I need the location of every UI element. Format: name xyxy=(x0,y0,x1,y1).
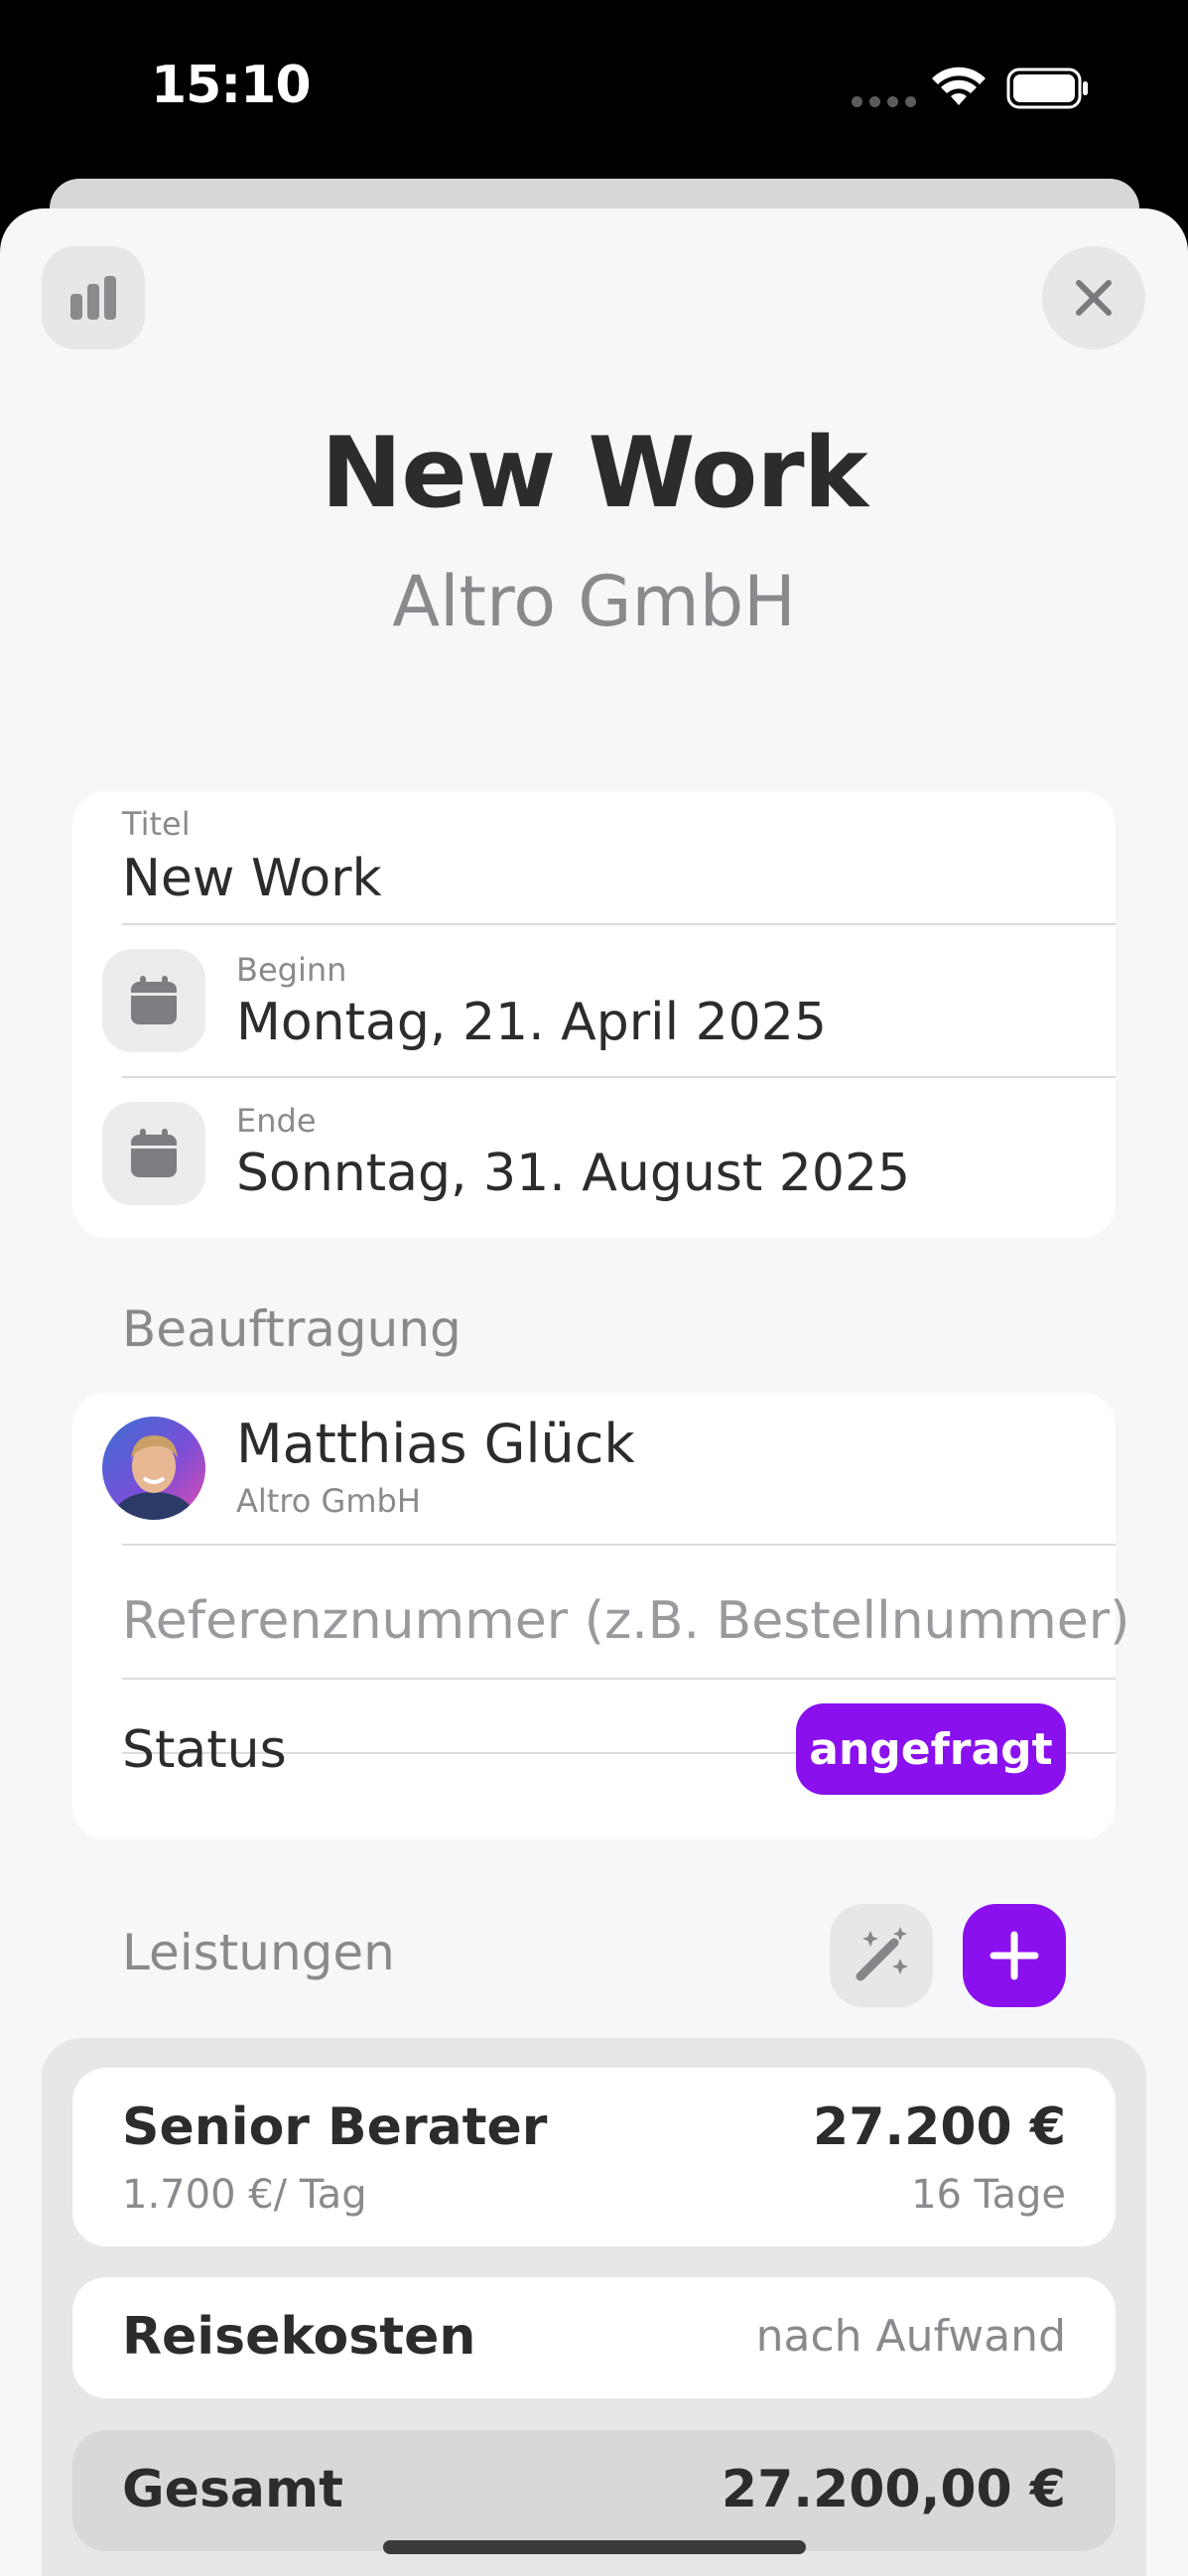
avatar xyxy=(102,1417,205,1520)
end-label: Ende xyxy=(236,1102,317,1140)
contact-company: Altro GmbH xyxy=(236,1482,421,1520)
title-field[interactable]: Titel New Work xyxy=(72,791,1116,923)
end-calendar-button[interactable] xyxy=(102,1102,205,1205)
status-badge[interactable]: angefragt xyxy=(796,1703,1066,1795)
assignment-card: Matthias Glück Altro GmbH Referenznummer… xyxy=(72,1393,1129,1839)
service-name: Senior Berater xyxy=(122,2098,548,2157)
contact-name: Matthias Glück xyxy=(236,1413,635,1475)
total-row: Gesamt 27.200,00 € xyxy=(72,2430,1116,2551)
end-value: Sonntag, 31. August 2025 xyxy=(236,1144,911,1203)
begin-calendar-button[interactable] xyxy=(102,949,205,1052)
begin-date-field[interactable]: Beginn Montag, 21. April 2025 xyxy=(72,925,1116,1076)
service-item[interactable]: Reisekosten nach Aufwand xyxy=(72,2277,1116,2398)
wifi-icon xyxy=(932,67,986,105)
calendar-icon xyxy=(131,976,177,1024)
service-name: Reisekosten xyxy=(122,2307,476,2367)
services-section-label: Leistungen xyxy=(122,1924,395,1981)
page-subtitle: Altro GmbH xyxy=(392,561,796,642)
begin-label: Beginn xyxy=(236,951,347,989)
total-value: 27.200,00 € xyxy=(721,2460,1066,2519)
status-label: Status xyxy=(122,1720,287,1780)
begin-value: Montag, 21. April 2025 xyxy=(236,993,827,1052)
assignment-section-label: Beauftragung xyxy=(122,1300,462,1358)
title-value: New Work xyxy=(122,849,382,908)
close-button[interactable] xyxy=(1042,246,1145,349)
add-service-button[interactable] xyxy=(963,1904,1066,2007)
magic-wand-icon xyxy=(856,1927,908,1981)
page-title: New Work xyxy=(321,417,868,530)
divider xyxy=(122,1544,1116,1546)
plus-icon xyxy=(990,1931,1039,1980)
statistics-button[interactable] xyxy=(42,246,145,349)
reference-number-input[interactable]: Referenznummer (z.B. Bestellnummer) xyxy=(122,1591,1129,1651)
divider xyxy=(122,1678,1116,1680)
home-indicator[interactable] xyxy=(383,2540,806,2554)
close-icon xyxy=(1076,280,1112,316)
bar-chart-icon xyxy=(70,276,116,320)
auto-generate-button[interactable] xyxy=(830,1904,933,2007)
work-sheet: New Work Altro GmbH Titel New Work Begin… xyxy=(0,208,1188,2576)
service-item[interactable]: Senior Berater 1.700 €/ Tag 27.200 € 16 … xyxy=(72,2068,1116,2246)
calendar-icon xyxy=(131,1129,177,1177)
service-note: nach Aufwand xyxy=(755,2311,1066,2362)
status-time: 15:10 xyxy=(151,56,312,115)
contact-row[interactable]: Matthias Glück Altro GmbH xyxy=(72,1393,1116,1544)
cellular-signal-icon xyxy=(852,96,916,107)
end-date-field[interactable]: Ende Sonntag, 31. August 2025 xyxy=(72,1078,1116,1229)
title-label: Titel xyxy=(122,805,191,843)
status-bar: 15:10 xyxy=(0,0,1188,179)
service-amount: 27.200 € xyxy=(813,2098,1066,2157)
service-rate: 1.700 €/ Tag xyxy=(122,2172,367,2218)
battery-icon xyxy=(1006,68,1088,109)
total-label: Gesamt xyxy=(122,2460,344,2519)
details-card: Titel New Work Beginn Montag, 21. April … xyxy=(72,791,1116,1238)
service-quantity: 16 Tage xyxy=(911,2172,1066,2218)
